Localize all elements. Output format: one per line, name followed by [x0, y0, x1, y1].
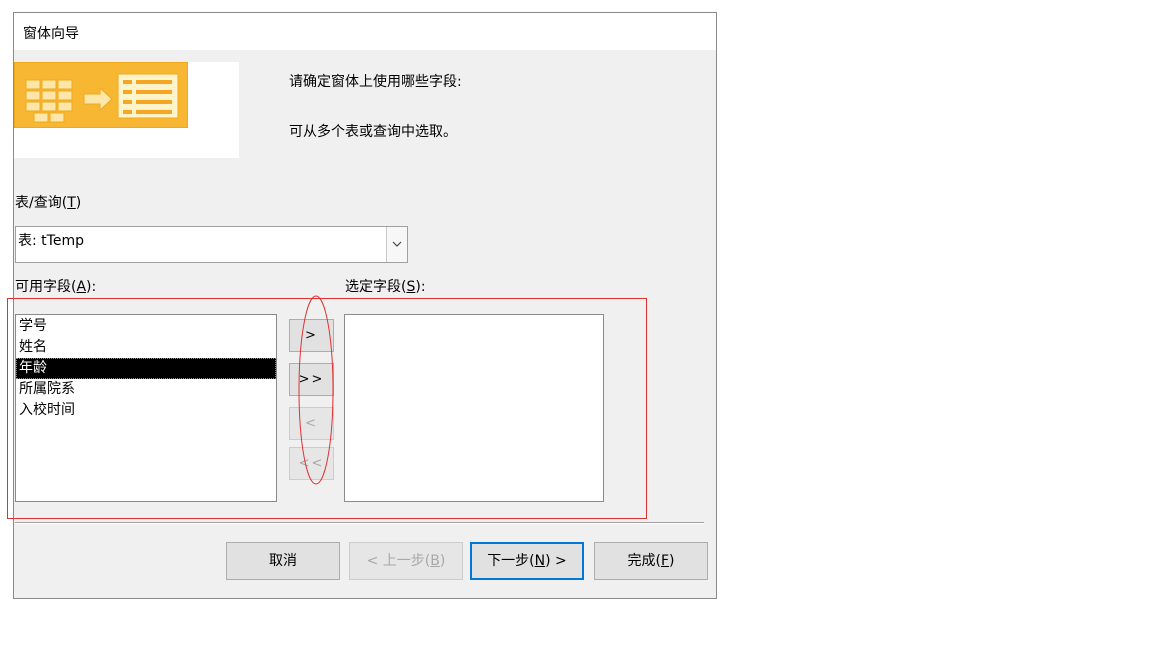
- remove-all-fields-button[interactable]: <<: [289, 447, 334, 480]
- list-item[interactable]: 姓名: [16, 337, 276, 358]
- dialog-title: 窗体向导: [23, 26, 79, 42]
- cancel-button[interactable]: 取消: [226, 542, 340, 580]
- wizard-banner: [14, 62, 239, 158]
- available-fields-label: 可用字段(A):: [15, 279, 97, 295]
- dropdown-button[interactable]: [386, 227, 407, 262]
- add-all-fields-button[interactable]: >>: [289, 363, 334, 396]
- wizard-prompt: 请确定窗体上使用哪些字段:: [289, 74, 462, 90]
- next-button[interactable]: 下一步(N) >: [470, 542, 584, 580]
- table-query-select[interactable]: 表: tTemp: [15, 226, 408, 263]
- footer-divider: [15, 522, 704, 524]
- list-item[interactable]: 入校时间: [16, 400, 276, 421]
- wizard-hint: 可从多个表或查询中选取。: [289, 124, 457, 140]
- wizard-illustration-icon: [14, 62, 188, 128]
- finish-button[interactable]: 完成(F): [594, 542, 708, 580]
- add-field-button[interactable]: >: [289, 319, 334, 352]
- back-button[interactable]: < 上一步(B): [349, 542, 463, 580]
- list-item[interactable]: 学号: [16, 316, 276, 337]
- remove-field-button[interactable]: <: [289, 407, 334, 440]
- list-item[interactable]: 所属院系: [16, 379, 276, 400]
- list-item[interactable]: 年龄: [16, 358, 276, 379]
- table-query-label: 表/查询(T): [15, 195, 82, 211]
- selected-fields-list[interactable]: [344, 314, 604, 502]
- selected-fields-label: 选定字段(S):: [345, 279, 426, 295]
- available-fields-list[interactable]: 学号 姓名 年龄 所属院系 入校时间: [15, 314, 277, 502]
- form-wizard-dialog: 窗体向导 请确定窗体上使用哪些字段: 可从多个表或查询中选取。 表/查询(T) …: [13, 12, 717, 599]
- title-bar: 窗体向导: [14, 13, 716, 50]
- table-query-value: 表: tTemp: [18, 233, 84, 249]
- chevron-down-icon: [392, 241, 402, 247]
